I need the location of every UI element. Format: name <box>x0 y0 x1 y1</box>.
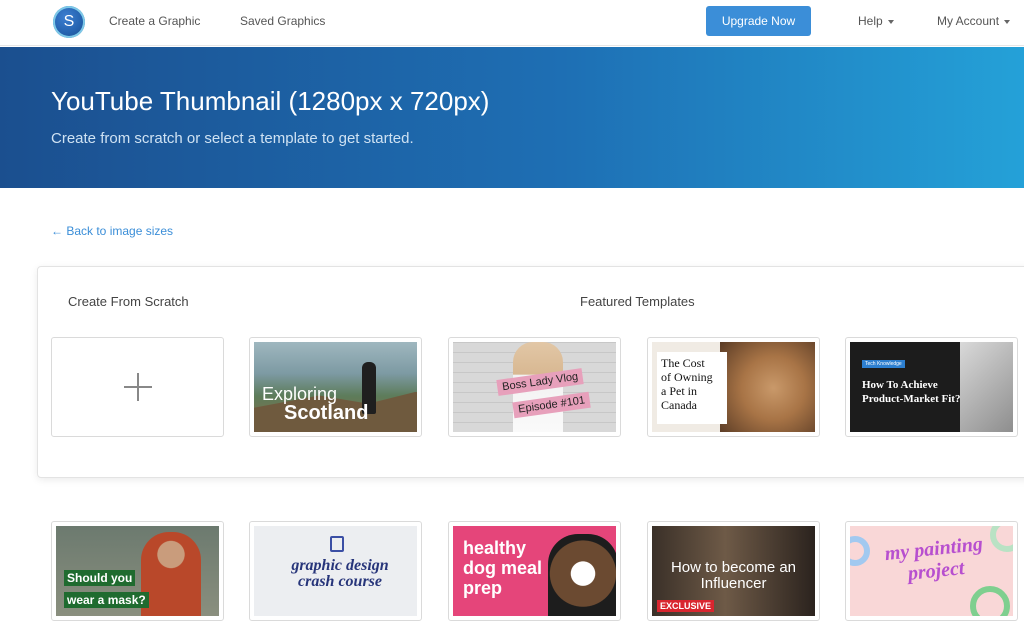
nav-saved-graphics[interactable]: Saved Graphics <box>240 14 325 28</box>
template-vlog[interactable]: Boss Lady Vlog Episode #101 <box>448 337 621 437</box>
create-from-scratch-tile[interactable] <box>51 337 224 437</box>
help-menu[interactable]: Help <box>858 14 894 28</box>
template-text: my painting project <box>883 532 984 585</box>
laptop-image <box>960 342 1013 432</box>
account-menu[interactable]: My Account <box>937 14 1011 28</box>
exclusive-badge: EXCLUSIVE <box>657 600 715 612</box>
template-text-box: The Cost of Owning a Pet in Canada <box>657 352 727 424</box>
nav-create-graphic[interactable]: Create a Graphic <box>109 14 200 28</box>
decor-ring <box>970 586 1010 616</box>
template-text: Canada <box>661 398 697 412</box>
template-mask[interactable]: Should you wear a mask? <box>51 521 224 621</box>
template-dog-meal[interactable]: healthy dog meal prep <box>448 521 621 621</box>
template-pet-cost[interactable]: The Cost of Owning a Pet in Canada <box>647 337 820 437</box>
logo-icon[interactable]: S <box>53 6 85 38</box>
dog-image <box>548 534 616 616</box>
chevron-down-icon <box>1004 19 1011 24</box>
template-scotland[interactable]: Exploring Scotland <box>249 337 422 437</box>
decor-ring <box>990 526 1013 552</box>
template-text: of Owning <box>661 370 713 384</box>
template-text: Should you <box>64 570 136 586</box>
template-tag: Tech Knowledge <box>862 360 905 368</box>
help-label: Help <box>858 14 883 28</box>
decor-ring <box>850 536 870 566</box>
top-nav: S Create a Graphic Saved Graphics Upgrad… <box>0 0 1024 46</box>
template-text: healthy dog meal prep <box>463 538 543 598</box>
template-text: How To Achieve Product-Market Fit? <box>862 379 961 405</box>
template-influencer[interactable]: How to become an Influencer EXCLUSIVE <box>647 521 820 621</box>
template-text: Scotland <box>284 402 369 424</box>
create-from-scratch-heading: Create From Scratch <box>68 294 189 309</box>
dog-image <box>720 342 815 432</box>
featured-templates-heading: Featured Templates <box>580 294 695 309</box>
template-text: graphic design crash course <box>291 557 389 590</box>
building-icon <box>330 536 344 552</box>
template-painting[interactable]: my painting project <box>845 521 1018 621</box>
upgrade-button[interactable]: Upgrade Now <box>706 6 811 36</box>
template-text: wear a mask? <box>64 592 149 608</box>
back-to-image-sizes-link[interactable]: ← Back to image sizes <box>51 224 173 238</box>
template-text: a Pet in <box>661 384 697 398</box>
hero-banner: YouTube Thumbnail (1280px x 720px) Creat… <box>0 47 1024 188</box>
template-text: How to become an Influencer <box>670 559 797 592</box>
template-graphic-design[interactable]: graphic design crash course <box>249 521 422 621</box>
man-image <box>141 532 201 616</box>
page-subtitle: Create from scratch or select a template… <box>51 130 414 147</box>
page-title: YouTube Thumbnail (1280px x 720px) <box>51 86 490 116</box>
account-label: My Account <box>937 14 1000 28</box>
template-text: The Cost <box>661 356 705 370</box>
template-product-market-fit[interactable]: Tech Knowledge How To Achieve Product-Ma… <box>845 337 1018 437</box>
plus-icon <box>123 373 152 401</box>
chevron-down-icon <box>887 19 894 24</box>
